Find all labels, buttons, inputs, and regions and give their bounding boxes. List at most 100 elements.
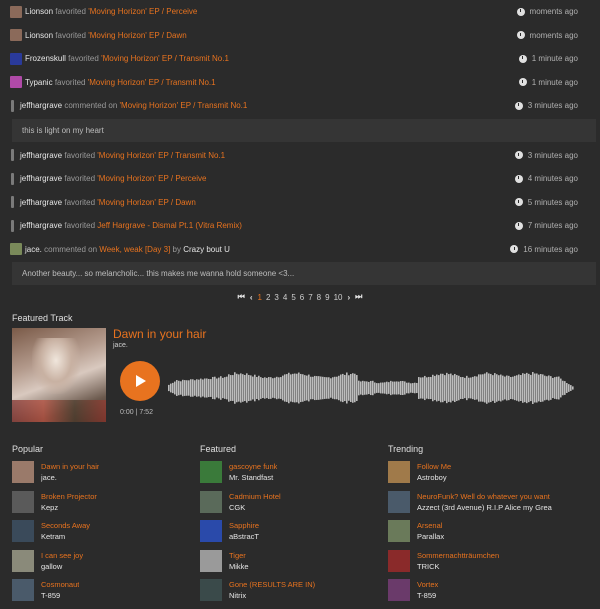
page-link[interactable]: 8 [317,293,321,302]
activity-target[interactable]: 'Moving Horizon' EP / Transmit No.1 [120,101,248,110]
track-artist[interactable]: Astroboy [417,472,451,483]
track-item[interactable]: Dawn in your hair jace. [12,461,192,491]
activity-artist[interactable]: Crazy bout U [183,245,230,254]
first-page-button[interactable]: ⏮ [238,292,245,302]
waveform[interactable] [168,364,574,412]
track-item[interactable]: Cadmium Hotel CGK [200,490,380,521]
track-item[interactable]: Seconds Away Ketram [12,520,192,550]
track-item[interactable]: Gone (RESULTS ARE IN) Nitrix [200,579,380,609]
track-thumbnail[interactable] [388,461,410,483]
featured-track-title[interactable]: Dawn in your hair [113,327,206,341]
track-title[interactable]: Broken Projector [41,492,97,502]
track-artist[interactable]: Mr. Standfast [229,472,277,483]
activity-target[interactable]: Jeff Hargrave - Dismal Pt.1 (Vitra Remix… [97,221,242,230]
avatar[interactable] [10,29,22,42]
track-item[interactable]: Tiger Mikke [200,549,380,580]
track-title[interactable]: Gone (RESULTS ARE IN) [229,580,315,590]
track-item[interactable]: I can see joy gallow [12,549,192,580]
track-item[interactable]: Sapphire aBstracT [200,520,380,550]
track-title[interactable]: Seconds Away [41,521,90,531]
track-artist[interactable]: gallow [41,561,83,572]
featured-track-artist[interactable]: jace. [113,342,128,349]
track-item[interactable]: Vortex T-859 [388,579,568,609]
play-button[interactable] [120,361,160,401]
track-artist[interactable]: Mikke [229,561,249,572]
track-thumbnail[interactable] [388,549,410,572]
track-title[interactable]: Follow Me [417,462,451,472]
activity-target[interactable]: 'Moving Horizon' EP / Transmit No.1 [88,78,216,87]
page-link[interactable]: 3 [274,293,278,302]
next-page-button[interactable]: › [347,293,350,302]
activity-user[interactable]: jeffhargrave [20,174,62,183]
track-title[interactable]: Arsenal [417,521,444,531]
page-link[interactable]: 4 [283,293,287,302]
avatar[interactable] [11,172,14,185]
track-thumbnail[interactable] [12,461,34,483]
track-thumbnail[interactable] [388,490,410,513]
last-page-button[interactable]: ⏭ [355,292,362,302]
avatar[interactable] [10,76,22,89]
track-thumbnail[interactable] [12,579,34,601]
track-artist[interactable]: T-859 [417,590,438,601]
track-thumbnail[interactable] [12,520,34,542]
avatar[interactable] [11,149,14,162]
avatar[interactable] [10,52,22,65]
track-item[interactable]: Arsenal Parallax [388,520,568,550]
activity-target[interactable]: 'Moving Horizon' EP / Transmit No.1 [97,151,225,160]
track-artist[interactable]: Azzect (3rd Avenue) R.I.P Alice my Grea [417,502,552,513]
featured-track-artwork[interactable] [12,328,106,422]
track-title[interactable]: Cadmium Hotel [229,492,281,502]
track-title[interactable]: Sapphire [229,521,259,531]
track-artist[interactable]: aBstracT [229,531,259,542]
track-thumbnail[interactable] [12,490,34,513]
activity-user[interactable]: jeffhargrave [20,101,62,110]
track-thumbnail[interactable] [200,520,222,542]
track-title[interactable]: NeuroFunk? Well do whatever you want [417,492,552,502]
activity-user[interactable]: Frozenskull [25,54,66,63]
track-title[interactable]: Cosmonaut [41,580,79,590]
avatar[interactable] [11,219,14,232]
track-artist[interactable]: CGK [229,502,281,513]
track-thumbnail[interactable] [200,490,222,513]
track-title[interactable]: Vortex [417,580,438,590]
track-item[interactable]: Broken Projector Kepz [12,490,192,521]
track-item[interactable]: NeuroFunk? Well do whatever you want Azze… [388,490,568,521]
activity-user[interactable]: Lionson [25,7,53,16]
track-artist[interactable]: TRICK [417,561,499,572]
track-thumbnail[interactable] [200,461,222,483]
track-artist[interactable]: T-859 [41,590,79,601]
avatar[interactable] [11,99,14,112]
activity-target[interactable]: 'Moving Horizon' EP / Dawn [97,198,196,207]
track-title[interactable]: Dawn in your hair [41,462,99,472]
activity-user[interactable]: jeffhargrave [20,221,62,230]
activity-target[interactable]: 'Moving Horizon' EP / Dawn [88,31,187,40]
page-link[interactable]: 5 [291,293,295,302]
track-title[interactable]: Tiger [229,551,249,561]
avatar[interactable] [10,5,22,18]
track-title[interactable]: gascoyne funk [229,462,277,472]
page-link[interactable]: 10 [334,293,343,302]
track-thumbnail[interactable] [200,549,222,572]
track-item[interactable]: Cosmonaut T-859 [12,579,192,609]
activity-target[interactable]: 'Moving Horizon' EP / Perceive [97,174,206,183]
activity-target[interactable]: 'Moving Horizon' EP / Perceive [88,7,197,16]
avatar[interactable] [11,196,14,209]
activity-user[interactable]: Typanic [25,78,53,87]
track-item[interactable]: gascoyne funk Mr. Standfast [200,461,380,491]
activity-target[interactable]: Week, weak [Day 3] [99,245,170,254]
activity-user[interactable]: jeffhargrave [20,198,62,207]
track-thumbnail[interactable] [388,520,410,542]
track-artist[interactable]: Nitrix [229,590,315,601]
activity-target[interactable]: 'Moving Horizon' EP / Transmit No.1 [101,54,229,63]
page-link[interactable]: 1 [258,293,262,302]
page-link[interactable]: 2 [266,293,270,302]
prev-page-button[interactable]: ‹ [250,293,253,302]
track-item[interactable]: Sommernachtträumchen TRICK [388,549,568,580]
track-title[interactable]: I can see joy [41,551,83,561]
activity-user[interactable]: jace. [25,245,42,254]
page-link[interactable]: 9 [325,293,329,302]
activity-user[interactable]: jeffhargrave [20,151,62,160]
page-link[interactable]: 6 [300,293,304,302]
track-artist[interactable]: Ketram [41,531,90,542]
track-thumbnail[interactable] [12,549,34,572]
